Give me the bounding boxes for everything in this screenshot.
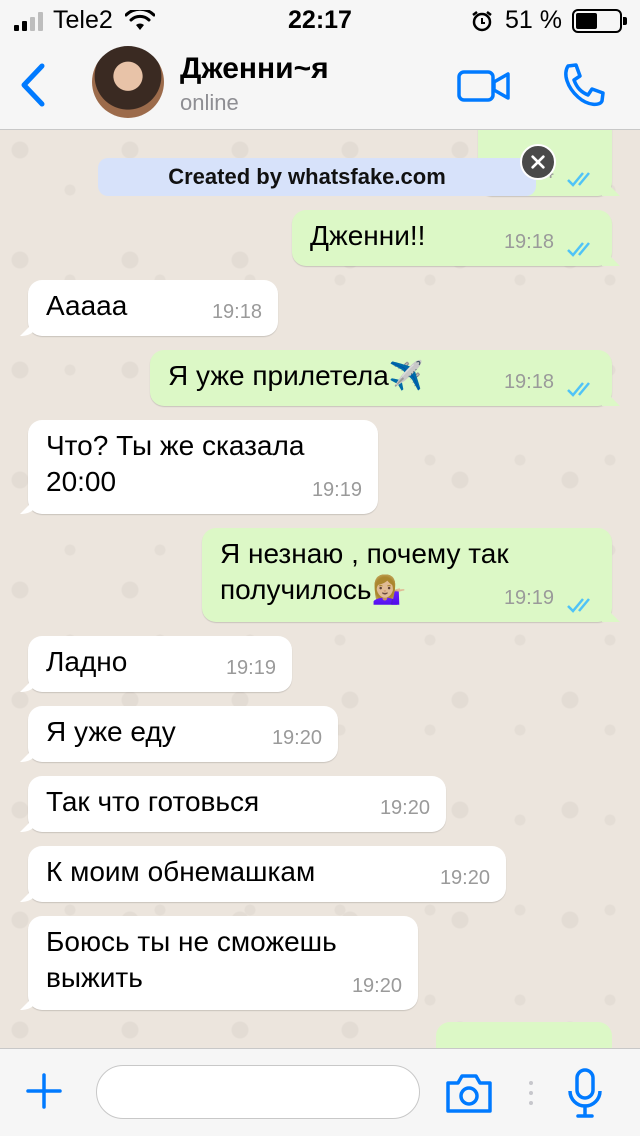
watermark-close-icon[interactable] [520, 144, 556, 180]
battery-icon [572, 8, 627, 33]
contact-status: online [180, 90, 239, 115]
message-time: 19:19 [225, 657, 276, 679]
message-bubble-incoming[interactable]: Ааааа 19:18 [28, 280, 278, 336]
camera-button[interactable] [444, 1071, 494, 1115]
message-bubble-incoming[interactable]: Что? Ты же сказала 20:00 19:19 [28, 420, 378, 514]
avatar[interactable] [92, 46, 164, 118]
message-bubble-outgoing[interactable]: Я незнаю , почему так получилось💁🏼‍♀️ 19… [202, 528, 612, 622]
message-text: Ладно [46, 646, 128, 677]
message-bubble-outgoing[interactable]: Дженни!! 19:18 [292, 210, 612, 266]
message-bubble-incoming[interactable]: Ладно 19:19 [28, 636, 292, 692]
heart-emoji-icon [528, 130, 568, 140]
message-time: 19:18 [503, 231, 554, 253]
message-text: Я уже еду [46, 716, 176, 747]
status-right: 51 % [471, 6, 627, 35]
message-text: Я уже прилетела✈️ [168, 360, 424, 391]
chat-header: Дженни~я online [0, 40, 640, 130]
message-input[interactable] [96, 1065, 420, 1119]
message-time: 19:20 [271, 727, 322, 749]
message-time: 19:20 [439, 867, 490, 889]
more-dots-icon [529, 1081, 533, 1105]
video-call-button[interactable] [456, 66, 512, 106]
message-time: 19:18 [211, 301, 262, 323]
message-time: 19:18 [503, 371, 554, 393]
message-bubble-incoming[interactable]: Так что готовься 19:20 [28, 776, 446, 832]
message-text: К моим обнемашкам [46, 856, 316, 887]
message-text: Боюсь ты не сможешь выжить [46, 926, 337, 993]
message-bubble-outgoing[interactable] [436, 1022, 612, 1048]
message-bubble-incoming[interactable]: Боюсь ты не сможешь выжить 19:20 [28, 916, 418, 1010]
back-button[interactable] [14, 60, 54, 110]
message-bubble-incoming[interactable]: К моим обнемашкам 19:20 [28, 846, 506, 902]
read-ticks-icon [567, 598, 590, 613]
watermark-banner[interactable]: Created by whatsfake.com [98, 158, 536, 196]
input-bar [0, 1048, 640, 1136]
contact-name[interactable]: Дженни~я [180, 52, 329, 86]
message-text: Что? Ты же сказала 20:00 [46, 430, 305, 497]
message-time: 19:19 [503, 587, 554, 609]
message-time: 19:20 [351, 975, 402, 997]
message-text: Ааааа [46, 290, 128, 321]
alarm-icon [472, 10, 492, 31]
read-ticks-icon [567, 242, 590, 257]
read-ticks-icon [567, 172, 590, 187]
status-bar: Tele2 22:17 51 % [0, 0, 640, 40]
microphone-button[interactable] [566, 1067, 604, 1119]
attach-plus-button[interactable] [24, 1071, 64, 1111]
message-bubble-outgoing[interactable]: Я уже прилетела✈️ 19:18 [150, 350, 612, 406]
message-bubble-incoming[interactable]: Я уже еду 19:20 [28, 706, 338, 762]
chat-area[interactable]: 24 Created by whatsfake.com Дженни!! 19:… [0, 130, 640, 1048]
message-text: Дженни!! [310, 220, 426, 251]
battery-percent: 51 % [505, 6, 562, 34]
read-ticks-icon [567, 382, 590, 397]
voice-call-button[interactable] [558, 60, 608, 110]
message-text: Так что готовься [46, 786, 260, 817]
message-time: 19:19 [311, 479, 362, 501]
message-time: 19:20 [379, 797, 430, 819]
